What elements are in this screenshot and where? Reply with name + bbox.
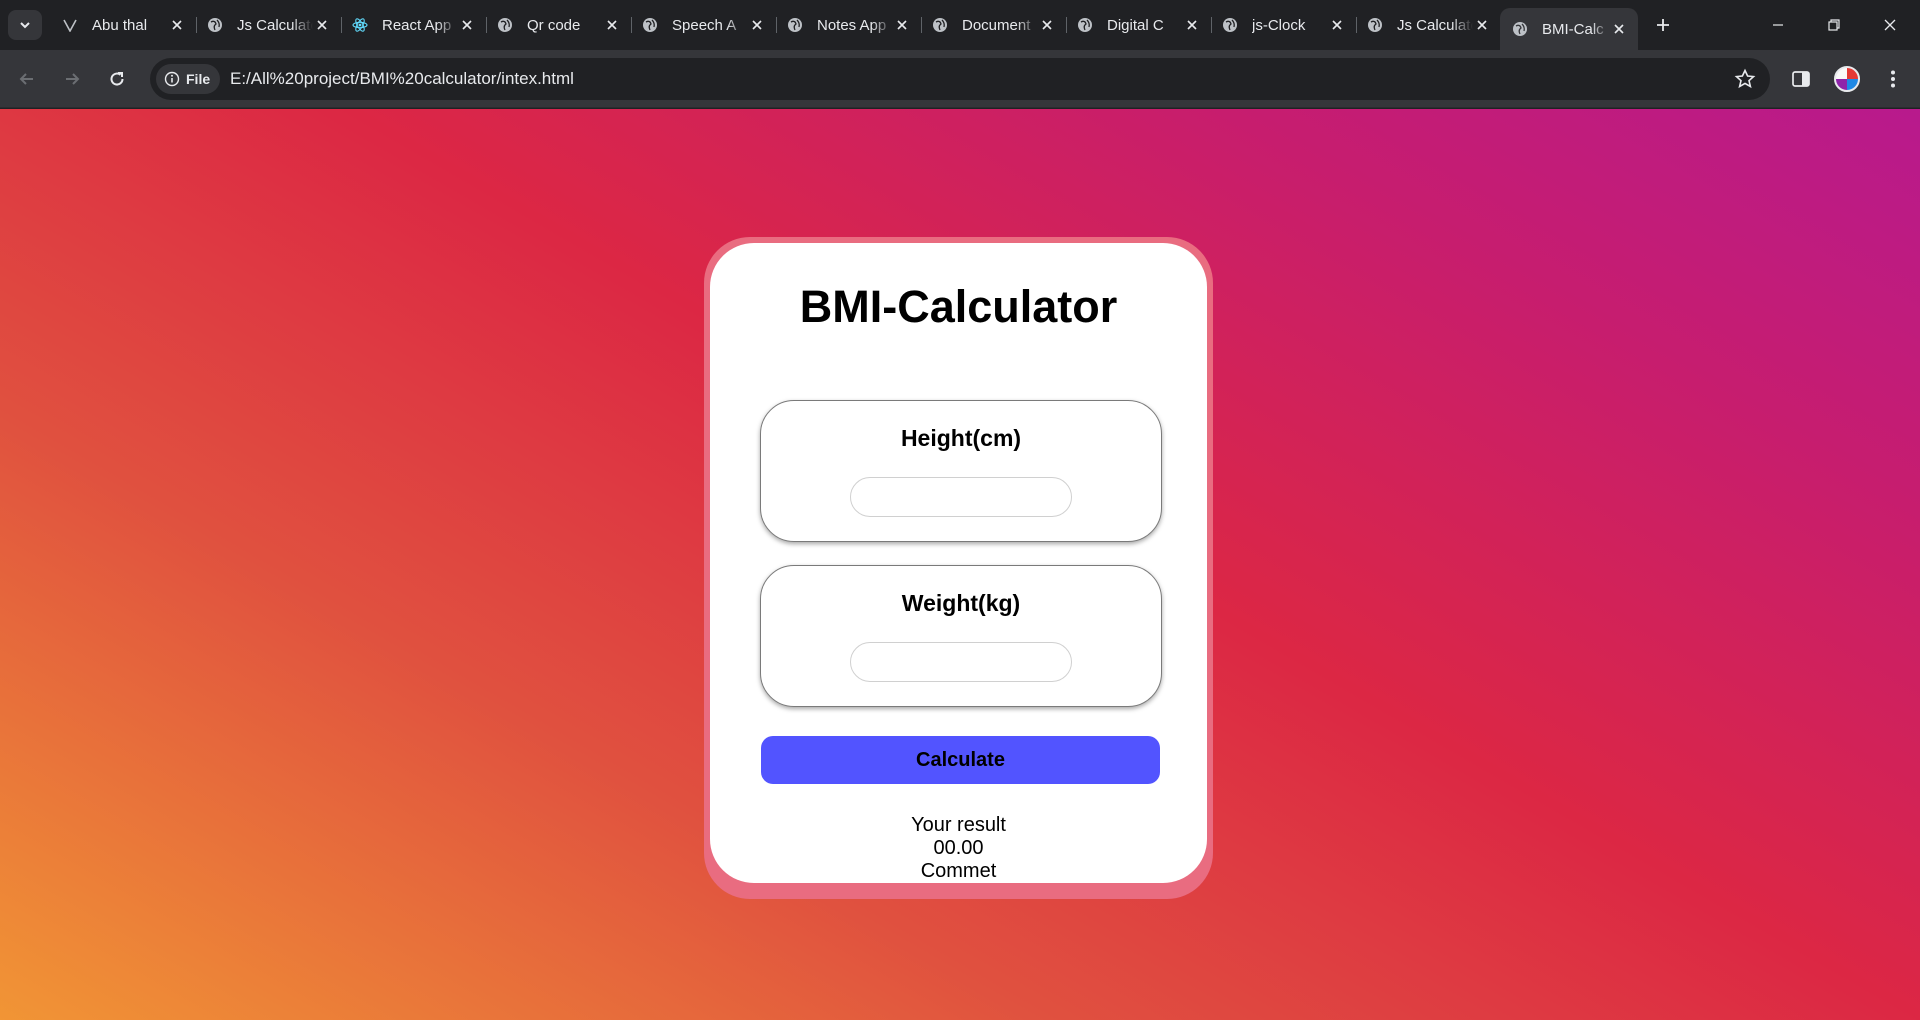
page-viewport: BMI-Calculator Height(cm) Weight(kg) Cal… [0,109,1920,1020]
tab[interactable]: Qr code [485,8,632,42]
weight-input[interactable] [850,642,1072,682]
close-icon [1884,19,1896,31]
close-icon[interactable] [748,16,766,34]
menu-button[interactable] [1878,64,1908,94]
tab-title: Abu thal [92,16,148,34]
new-tab-button[interactable] [1650,12,1676,38]
close-window-button[interactable] [1862,0,1918,50]
height-label: Height(cm) [900,425,1022,451]
site-info-chip[interactable]: File [156,64,221,94]
chevron-down-icon [20,22,30,29]
tab-title: React App [382,16,452,34]
bookmark-star-icon[interactable] [1734,68,1756,90]
tab[interactable]: Js Calculator [1355,8,1501,42]
vercel-icon [62,17,78,33]
result-comment: Commet [920,860,997,882]
restore-icon [1828,19,1840,31]
tab-title: Speech A [672,16,737,34]
globe-icon [1512,21,1528,37]
tab-search-button[interactable] [8,10,42,40]
tab[interactable]: Digital C [1065,8,1212,42]
calculate-button[interactable]: Calculate [761,736,1160,784]
close-icon[interactable] [168,16,186,34]
reload-icon [110,72,124,86]
side-panel-button[interactable] [1786,64,1816,94]
minimize-icon [1773,24,1783,26]
file-label: File [186,71,211,87]
reload-button[interactable] [100,62,134,96]
close-icon[interactable] [1473,16,1491,34]
tab-title: Notes App [817,16,887,34]
globe-icon [207,17,223,33]
avatar [1834,66,1860,92]
close-icon[interactable] [603,16,621,34]
calculator-card: BMI-Calculator Height(cm) Weight(kg) Cal… [710,243,1207,883]
tab-title: Document [962,16,1031,34]
tab[interactable]: Notes App [775,8,922,42]
back-button[interactable] [10,62,44,96]
tab-title: BMI-Calc [1542,20,1604,38]
globe-icon [787,17,803,33]
restore-button[interactable] [1806,0,1862,50]
more-vert-icon [1891,70,1895,88]
globe-icon [1222,17,1238,33]
result-label: Your result [911,814,1006,836]
globe-icon [642,17,658,33]
close-icon[interactable] [458,16,476,34]
tab[interactable]: Abu thal [50,8,197,42]
tab[interactable]: Js Calculator [195,8,342,42]
url-text[interactable]: E:/All%20project/BMI%20calculator/intex.… [230,69,574,89]
calculator-card-border: BMI-Calculator Height(cm) Weight(kg) Cal… [704,237,1213,899]
info-icon [164,71,180,87]
side-panel-icon [1792,71,1810,87]
result-section: Your result 00.00 Commet [710,814,1207,883]
close-icon[interactable] [1183,16,1201,34]
browser-toolbar: File E:/All%20project/BMI%20calculator/i… [0,50,1920,108]
close-icon[interactable] [313,16,331,34]
tab[interactable]: js-Clock [1210,8,1357,42]
minimize-button[interactable] [1750,0,1806,50]
close-icon[interactable] [893,16,911,34]
close-icon[interactable] [1038,16,1056,34]
result-value: 00.00 [933,837,984,859]
plus-icon [1657,19,1669,31]
tab[interactable]: Document [920,8,1067,42]
address-bar[interactable]: File E:/All%20project/BMI%20calculator/i… [150,58,1770,100]
tab[interactable]: Speech A [630,8,777,42]
arrow-right-icon [66,73,80,85]
globe-icon [932,17,948,33]
globe-icon [1367,17,1383,33]
close-icon[interactable] [1610,20,1628,38]
tab-active[interactable]: BMI-Calc [1500,8,1638,50]
arrow-left-icon [19,73,33,85]
close-icon[interactable] [1328,16,1346,34]
tab-title: Js Calculator [237,16,313,34]
globe-icon [1077,17,1093,33]
globe-icon [497,17,513,33]
forward-button[interactable] [55,62,89,96]
profile-button[interactable] [1832,64,1862,94]
tab-title: Qr code [527,16,581,34]
tab-strip: Abu thal Js Calculator React App Qr code… [0,0,1920,50]
height-input[interactable] [850,477,1072,517]
weight-field-box: Weight(kg) [760,565,1162,707]
tab-title: js-Clock [1252,16,1306,34]
page-title: BMI-Calculator [799,281,1118,332]
tab-title: Digital C [1107,16,1164,34]
weight-label: Weight(kg) [901,590,1021,616]
height-field-box: Height(cm) [760,400,1162,542]
tab-title: Js Calculator [1397,16,1473,34]
tab[interactable]: React App [340,8,487,42]
react-icon [352,17,368,33]
